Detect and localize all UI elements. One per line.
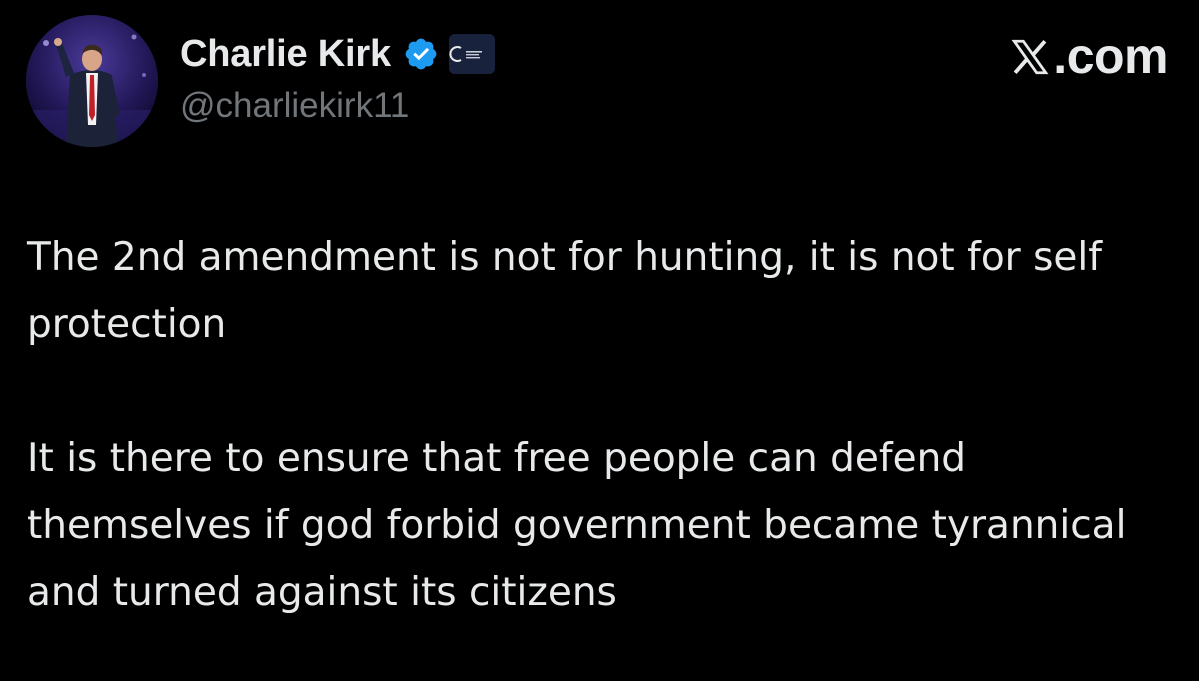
author-name-row: Charlie Kirk bbox=[180, 30, 495, 78]
site-domain: .com bbox=[1053, 28, 1168, 84]
tweet-paragraph: The 2nd amendment is not for hunting, it… bbox=[27, 235, 1102, 347]
tweet-text: The 2nd amendment is not for hunting, it… bbox=[27, 224, 1177, 626]
author-display-name[interactable]: Charlie Kirk bbox=[180, 33, 391, 76]
author-avatar[interactable] bbox=[26, 15, 158, 147]
x-logo-icon bbox=[1011, 39, 1049, 75]
author-handle[interactable]: @charliekirk11 bbox=[180, 86, 409, 126]
site-logo: .com bbox=[1009, 28, 1168, 84]
organization-affiliate-badge-icon[interactable] bbox=[448, 34, 495, 74]
tweet-paragraph: It is there to ensure that free people c… bbox=[27, 436, 1127, 615]
profile-photo-icon bbox=[26, 15, 158, 147]
verified-checkmark-icon bbox=[403, 36, 439, 72]
tweet-card: Charlie Kirk @charliekirk11 .com The 2nd bbox=[0, 0, 1199, 681]
